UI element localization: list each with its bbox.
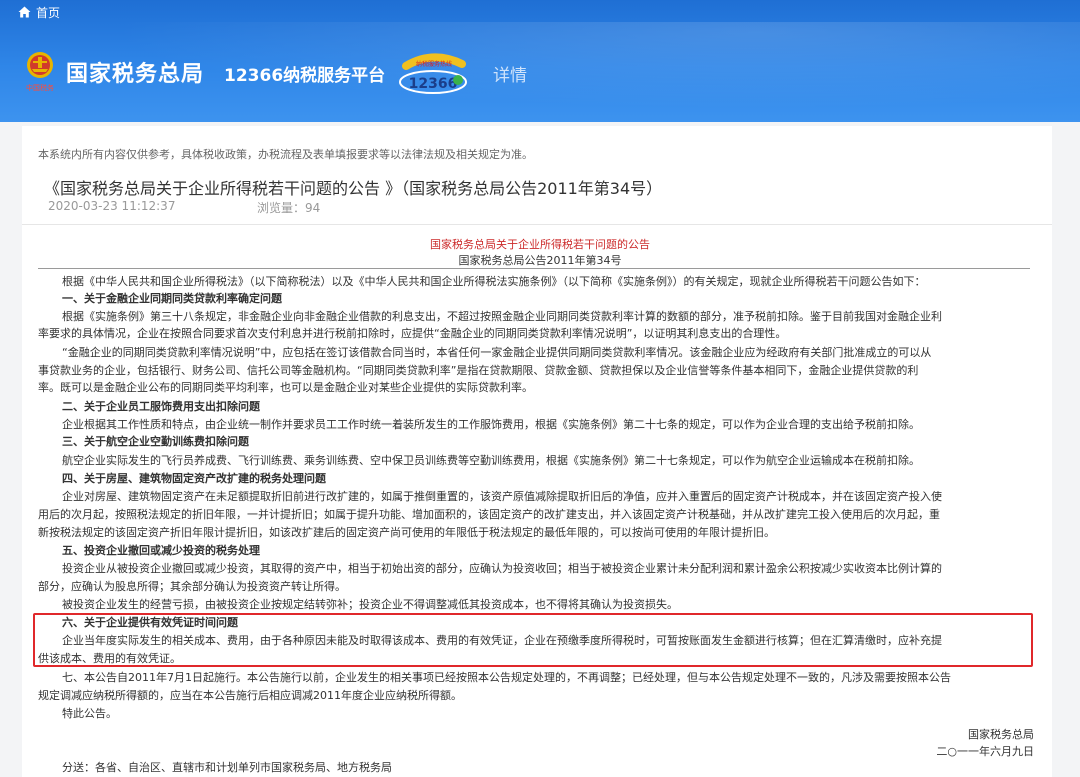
body-line: “金融企业的同期同类贷款利率情况说明”中，应包括在签订该借款合同当时，本省任何一… (62, 346, 932, 359)
publish-date: 2020-03-23 11:12:37 (48, 199, 176, 213)
badge-caption: 纳税服务热线 (416, 60, 452, 68)
body-line: 根据《中华人民共和国企业所得税法》（以下简称税法）以及《中华人民共和国企业所得税… (62, 275, 926, 288)
body-line: 率。既可以是金融企业公布的同期同类平均利率，也可以是金融企业对某些企业提供的实际… (38, 381, 533, 394)
site-header: 首页 中国税务 国家税务总局 12366纳税服务平台 纳税服务热线 12366 … (0, 0, 1080, 122)
body-line: 事贷款业务的企业，包括银行、财务公司、信托公司等金融机构。“同期同类贷款利率”是… (38, 364, 919, 377)
body-line: 企业对房屋、建筑物固定资产在未足额提取折旧前进行改扩建的，如属于推倒重置的，该资… (62, 490, 942, 503)
distribution-line: 分送：各省、自治区、直辖市和计划单列市国家税务局、地方税务局 (62, 761, 392, 774)
badge-number: 12366 (409, 76, 458, 92)
body-line: 新按税法规定的该固定资产折旧年限计提折旧，如该改扩建后的固定资产尚可使用的年限低… (38, 526, 775, 539)
section-heading: 五、投资企业撤回或减少投资的税务处理 (62, 544, 260, 557)
document-number: 国家税务总局公告2011年第34号 (458, 254, 622, 267)
body-line: 用后的次月起，按照税法规定的折旧年限，一并计提折旧；如属于提升功能、增加面积的，… (38, 508, 940, 521)
document-rule (38, 268, 1030, 269)
body-line: 根据《实施条例》第三十八条规定，非金融企业向非金融企业借款的利息支出，不超过按照… (62, 310, 942, 323)
home-label: 首页 (36, 5, 61, 20)
body-line: 部分，应确认为股息所得；其余部分确认为投资资产转让所得。 (38, 580, 346, 593)
section-heading: 四、关于房屋、建筑物固定资产改扩建的税务处理问题 (62, 472, 326, 485)
detail-label: 详情 (493, 66, 527, 86)
body-line: 规定调减应纳税所得额的，应当在本公告施行后相应调减2011年度企业应纳税所得额。 (38, 689, 462, 702)
home-link[interactable]: 首页 (18, 4, 60, 20)
article-title: 《国家税务总局关于企业所得税若干问题的公告 》（国家税务总局公告2011年第34… (44, 179, 663, 198)
body-line: 航空企业实际发生的飞行员养成费、飞行训练费、乘务训练费、空中保卫员训练费等空勤训… (62, 454, 920, 467)
emblem-caption: 中国税务 (26, 83, 54, 92)
body-line: 投资企业从被投资企业撤回或减少投资，其取得的资产中，相当于初始出资的部分，应确认… (62, 562, 942, 575)
tax-emblem-logo: 中国税务 (26, 52, 54, 92)
signature-org: 国家税务总局 (968, 728, 1034, 741)
disclaimer-text: 本系统内所有内容仅供参考，具体税收政策，办税流程及表单填报要求等以法律法规及相关… (38, 148, 533, 161)
view-count: 浏览量：94 (257, 201, 321, 215)
body-line: 被投资企业发生的经营亏损，由被投资企业按规定结转弥补；投资企业不得调整减低其投资… (62, 598, 678, 611)
home-icon (18, 6, 31, 18)
body-line: 七、本公告自2011年7月1日起施行。本公告施行以前，企业发生的相关事项已经按照… (62, 671, 951, 684)
title-divider (22, 224, 1052, 225)
signature-date: 二○一一年六月九日 (936, 745, 1034, 758)
platform-name: 12366纳税服务平台 (224, 66, 386, 86)
body-line: 特此公告。 (62, 707, 117, 720)
body-line: 率要求的具体情况，企业在按照合同要求首次支付利息并进行税前扣除时，应提供“金融企… (38, 327, 787, 340)
document-heading: 国家税务总局关于企业所得税若干问题的公告 (430, 238, 650, 251)
site-title: 国家税务总局 (66, 62, 205, 87)
highlight-annotation-box (33, 613, 1033, 667)
body-line: 企业根据其工作性质和特点，由企业统一制作并要求员工工作时统一着装所发生的工作服饰… (62, 418, 920, 431)
hotline-12366-badge: 纳税服务热线 12366 (399, 53, 467, 94)
section-heading: 一、关于金融企业同期同类贷款利率确定问题 (62, 292, 282, 305)
section-heading: 三、关于航空企业空勤训练费扣除问题 (62, 435, 249, 448)
section-heading: 二、关于企业员工服饰费用支出扣除问题 (62, 400, 260, 413)
